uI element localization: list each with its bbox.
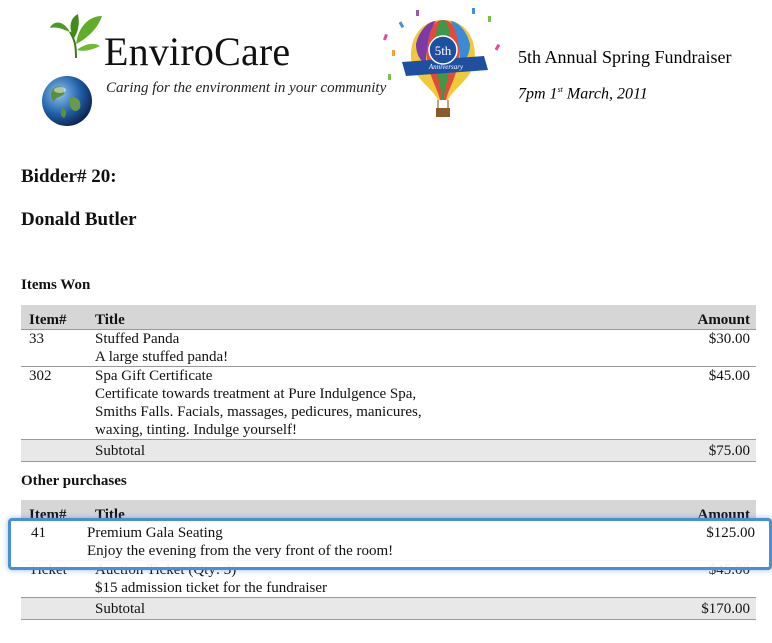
item-title: Stuffed Panda bbox=[87, 329, 623, 348]
item-description: waxing, tinting. Indulge yourself! bbox=[95, 422, 298, 438]
item-title: Premium Gala Seating bbox=[87, 525, 223, 541]
subtotal-label: Subtotal bbox=[87, 597, 623, 620]
item-number: 33 bbox=[21, 329, 87, 348]
item-amount: $45.00 bbox=[623, 366, 756, 385]
subtotal-value: $75.00 bbox=[623, 439, 756, 462]
event-title: 5th Annual Spring Fundraiser bbox=[518, 47, 732, 67]
table-row: 302 Spa Gift Certificate $45.00 bbox=[21, 366, 756, 385]
bidder-name: Donald Butler bbox=[21, 209, 137, 230]
column-item: Item# bbox=[21, 305, 87, 330]
brand-name: EnviroCare bbox=[104, 29, 291, 74]
item-number: 302 bbox=[21, 366, 87, 385]
badge-number: 5th bbox=[435, 43, 452, 58]
table-row: 33 Stuffed Panda $30.00 bbox=[21, 329, 756, 348]
item-description: Smiths Falls. Facials, massages, pedicur… bbox=[95, 404, 422, 420]
leaf-logo-icon bbox=[50, 14, 102, 58]
table-row-description: Smiths Falls. Facials, massages, pedicur… bbox=[21, 403, 756, 421]
highlighted-row-selection[interactable]: 41 Premium Gala Seating $125.00 Enjoy th… bbox=[8, 518, 772, 570]
column-title: Title bbox=[87, 305, 623, 330]
event-date: 7pm 1st March, 2011 bbox=[518, 85, 648, 103]
table-row-description: waxing, tinting. Indulge yourself! bbox=[21, 421, 756, 440]
item-description: A large stuffed panda! bbox=[95, 349, 229, 365]
hot-air-balloon-icon: 5th Anniversary bbox=[383, 8, 501, 117]
item-description: $15 admission ticket for the fundraiser bbox=[95, 580, 328, 596]
other-purchases-heading: Other purchases bbox=[21, 473, 127, 489]
item-description: Enjoy the evening from the very front of… bbox=[87, 543, 394, 559]
item-amount: $30.00 bbox=[623, 329, 756, 348]
badge-subtitle: Anniversary bbox=[428, 63, 464, 71]
item-number: 41 bbox=[31, 525, 46, 541]
items-won-heading: Items Won bbox=[21, 277, 91, 293]
bidder-number: Bidder# 20: bbox=[21, 166, 117, 187]
globe-icon bbox=[42, 76, 92, 126]
items-won-table: Item# Title Amount 33 Stuffed Panda $30.… bbox=[21, 305, 756, 462]
column-amount: Amount bbox=[623, 305, 756, 330]
item-amount: $125.00 bbox=[706, 525, 755, 541]
table-row-description: $15 admission ticket for the fundraiser bbox=[21, 579, 756, 598]
table-row-description: Certificate towards treatment at Pure In… bbox=[21, 385, 756, 403]
subtotal-row: Subtotal $75.00 bbox=[21, 439, 756, 462]
subtotal-value: $170.00 bbox=[623, 597, 756, 620]
table-row-description: A large stuffed panda! bbox=[21, 348, 756, 367]
subtotal-label: Subtotal bbox=[87, 439, 623, 462]
table-header-row: Item# Title Amount bbox=[21, 305, 756, 330]
item-title: Spa Gift Certificate bbox=[87, 366, 623, 385]
brand-tagline: Caring for the environment in your commu… bbox=[106, 80, 387, 96]
item-description: Certificate towards treatment at Pure In… bbox=[95, 386, 417, 402]
subtotal-row: Subtotal $170.00 bbox=[21, 597, 756, 620]
